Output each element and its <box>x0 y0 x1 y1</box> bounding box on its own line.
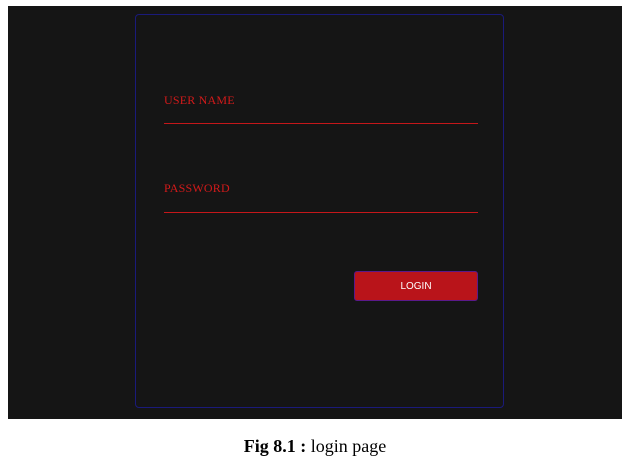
figure-caption-text: login page <box>310 436 387 456</box>
password-label: PASSWORD <box>164 181 230 195</box>
username-input[interactable] <box>164 123 478 124</box>
username-label: USER NAME <box>164 93 235 107</box>
login-card: USER NAME PASSWORD LOGIN <box>135 14 504 408</box>
login-screen: USER NAME PASSWORD LOGIN <box>8 6 622 419</box>
figure-caption: Fig 8.1 : login page <box>0 436 630 457</box>
figure-number: Fig 8.1 : <box>243 436 307 456</box>
login-button[interactable]: LOGIN <box>354 271 478 301</box>
password-input[interactable] <box>164 212 478 213</box>
